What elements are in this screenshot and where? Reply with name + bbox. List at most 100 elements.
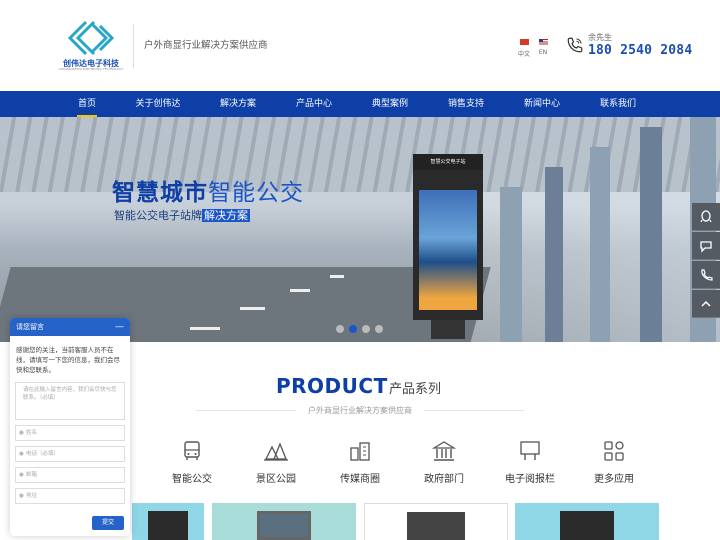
category-label: 电子阅报栏 xyxy=(505,474,555,485)
slider-dot-active[interactable] xyxy=(349,325,357,333)
product-thumb-image xyxy=(257,511,311,540)
category-media[interactable]: 传媒商圈 xyxy=(330,440,390,485)
chat-header[interactable]: 请您留言 — xyxy=(10,318,130,336)
banner-title-primary: 智慧城市 xyxy=(112,180,208,206)
nav-item-products[interactable]: 产品中心 xyxy=(286,91,342,117)
chat-minimize-button[interactable]: — xyxy=(115,318,124,336)
arrow-up-icon xyxy=(701,300,711,307)
phone-icon: ● xyxy=(19,451,24,457)
category-label: 更多应用 xyxy=(594,474,634,485)
buildings-icon xyxy=(350,442,370,461)
nav-item-sales-support[interactable]: 销售支持 xyxy=(438,91,494,117)
kiosk-base xyxy=(431,320,465,339)
kiosk-screen xyxy=(419,190,477,310)
banner-subtitle-text: 智能公交电子站牌 xyxy=(114,209,202,222)
contact-phone[interactable]: 180 2540 2084 xyxy=(588,43,692,58)
lang-english[interactable]: EN xyxy=(533,39,553,56)
category-more[interactable]: 更多应用 xyxy=(584,440,644,485)
banner-ceiling xyxy=(0,117,720,192)
product-thumb[interactable] xyxy=(515,503,659,540)
product-title-en: PRODUCT xyxy=(276,374,388,398)
product-thumb[interactable] xyxy=(132,503,204,540)
product-thumb-image xyxy=(560,511,614,540)
bus-icon xyxy=(184,441,200,460)
kiosk-header: 智慧公交电子站 xyxy=(413,154,483,170)
slider-dot[interactable] xyxy=(362,325,370,333)
product-thumb[interactable] xyxy=(364,503,508,540)
category-label: 景区公园 xyxy=(256,474,296,485)
nav-item-solutions[interactable]: 解决方案 xyxy=(210,91,266,117)
slider-dot[interactable] xyxy=(336,325,344,333)
category-label: 智能公交 xyxy=(172,474,212,485)
user-icon: ● xyxy=(19,430,24,436)
category-label: 传媒商圈 xyxy=(340,474,380,485)
us-flag-icon xyxy=(538,39,548,45)
chat-name-input[interactable]: ● 姓名 xyxy=(15,425,125,441)
phone-icon xyxy=(567,37,583,53)
road-marking xyxy=(240,307,265,310)
chat-email-placeholder: 邮箱 xyxy=(26,472,38,478)
category-government[interactable]: 政府部门 xyxy=(414,440,474,485)
road-marking xyxy=(330,275,344,278)
nav-item-about[interactable]: 关于创伟达 xyxy=(128,91,188,117)
subtitle-line-right xyxy=(424,410,524,411)
side-tool-phone[interactable] xyxy=(692,261,720,289)
chat-bubble-icon xyxy=(700,241,712,253)
nav-item-contact[interactable]: 联系我们 xyxy=(590,91,646,117)
billboard-icon xyxy=(520,441,540,460)
company-logo[interactable]: 创伟达电子科技 CHUANGWEIDA ELECTRONIC TECHNOLOG… xyxy=(58,20,124,72)
chat-title: 请您留言 xyxy=(16,323,44,331)
chat-message-input[interactable]: 请在此输入留言内容，我们会尽快与您联系。（必填） xyxy=(15,382,125,420)
banner-pillar xyxy=(500,187,522,342)
logo-mark-icon xyxy=(67,20,115,56)
category-bus[interactable]: 智能公交 xyxy=(162,440,222,485)
main-nav: 首页 关于创伟达 解决方案 产品中心 典型案例 销售支持 新闻中心 联系我们 xyxy=(0,91,720,117)
china-flag-icon xyxy=(519,39,529,45)
side-tool-chat[interactable] xyxy=(692,232,720,260)
chat-name-placeholder: 姓名 xyxy=(26,430,38,436)
road-marking xyxy=(290,289,310,292)
banner-subtitle-highlight: 解决方案 xyxy=(202,209,250,222)
category-label: 政府部门 xyxy=(424,474,464,485)
banner-title-secondary: 智能公交 xyxy=(208,180,304,206)
product-subtitle: 户外商显行业解决方案供应商 xyxy=(308,406,412,415)
chat-email-input[interactable]: ● 邮箱 xyxy=(15,467,125,483)
lang-chinese[interactable]: 中文 xyxy=(514,39,534,58)
header-divider xyxy=(133,24,134,68)
chat-phone-input[interactable]: ● 电话（必填） xyxy=(15,446,125,462)
chat-message: 感谢您的关注，当前客服人员不在线，请填写一下您的信息，我们会尽快和您联系。 xyxy=(16,346,120,374)
qq-icon xyxy=(700,210,712,223)
banner-subtitle: 智能公交电子站牌 解决方案 xyxy=(114,207,250,223)
side-tool-top[interactable] xyxy=(692,290,720,318)
product-title-cn: 产品系列 xyxy=(389,382,442,397)
subtitle-line-left xyxy=(196,410,296,411)
side-tool-qq[interactable] xyxy=(692,203,720,231)
banner-pillar xyxy=(640,127,662,342)
nav-item-cases[interactable]: 典型案例 xyxy=(362,91,418,117)
lang-chinese-label: 中文 xyxy=(517,51,530,58)
nav-item-news[interactable]: 新闻中心 xyxy=(514,91,570,117)
park-icon xyxy=(264,442,288,461)
bus-stop-kiosk: 智慧公交电子站 xyxy=(413,154,483,339)
nav-item-home[interactable]: 首页 xyxy=(66,91,108,117)
banner-pillar xyxy=(590,147,610,342)
banner-pillar xyxy=(545,167,563,342)
lang-english-label: EN xyxy=(538,49,548,56)
header-slogan: 户外商显行业解决方案供应商 xyxy=(144,40,268,51)
grid-icon xyxy=(604,441,624,461)
chat-submit-button[interactable]: 提交 xyxy=(92,516,124,530)
kiosk-body xyxy=(413,170,483,320)
road-marking xyxy=(190,327,220,330)
hero-banner[interactable]: 智慧公交电子站 智慧城市智能公交 智能公交电子站牌 解决方案 xyxy=(0,117,720,342)
phone-icon xyxy=(701,269,713,281)
slider-dots xyxy=(336,318,388,337)
product-thumb[interactable] xyxy=(212,503,356,540)
category-park[interactable]: 景区公园 xyxy=(246,440,306,485)
category-newspaper-board[interactable]: 电子阅报栏 xyxy=(500,440,560,485)
contact-name: 余先生 xyxy=(588,33,612,42)
chat-address-input[interactable]: ● 地址 xyxy=(15,488,125,504)
banner-title: 智慧城市智能公交 xyxy=(112,173,304,207)
slider-dot[interactable] xyxy=(375,325,383,333)
location-icon: ● xyxy=(19,493,24,499)
product-thumb-image xyxy=(148,511,188,540)
